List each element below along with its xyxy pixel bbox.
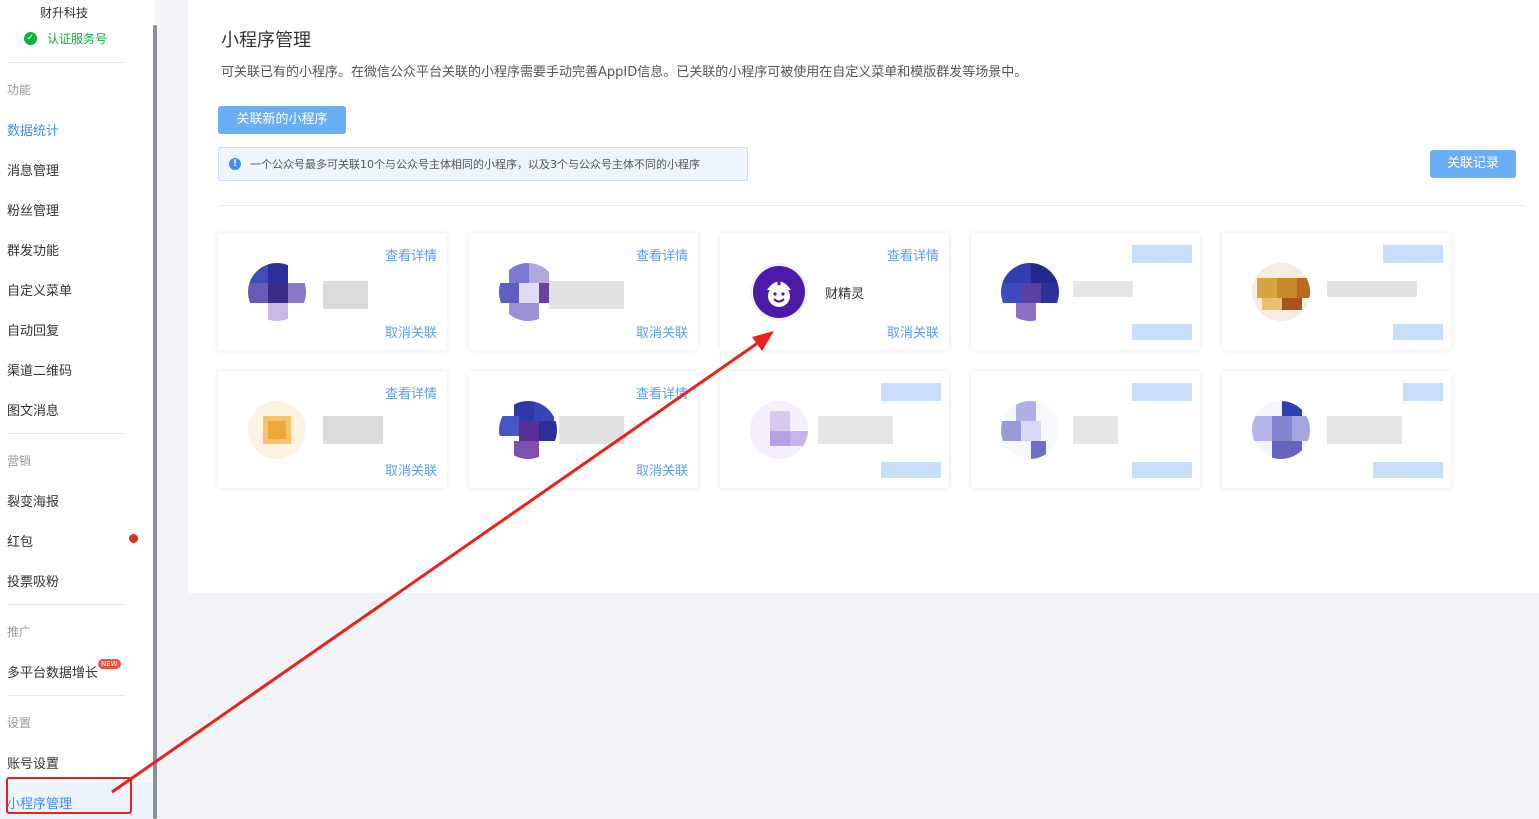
sidebar-item-poster[interactable]: 裂变海报 xyxy=(7,491,59,510)
blurred-detail-link[interactable] xyxy=(1132,245,1192,263)
unlink-link[interactable]: 取消关联 xyxy=(636,460,688,479)
sidebar-item-custom-menu[interactable]: 自定义菜单 xyxy=(7,280,72,299)
blurred-detail-link[interactable] xyxy=(1132,383,1192,401)
miniprogram-card xyxy=(720,371,949,488)
section-title-settings: 设置 xyxy=(7,716,32,730)
notice-bar: ! 一个公众号最多可关联10个与公众号主体相同的小程序，以及3个与公众号主体不同… xyxy=(218,147,748,181)
blurred-unlink-link[interactable] xyxy=(1132,324,1192,340)
divider xyxy=(7,62,125,63)
blurred-name xyxy=(1073,281,1133,297)
sidebar: 财升科技 ✓ 认证服务号 功能 数据统计 消息管理 粉丝管理 群发功能 自定义菜… xyxy=(0,0,155,819)
view-detail-link[interactable]: 查看详情 xyxy=(385,245,437,264)
sidebar-item-account-settings[interactable]: 账号设置 xyxy=(7,753,59,772)
view-detail-link[interactable]: 查看详情 xyxy=(636,383,688,402)
notice-text: 一个公众号最多可关联10个与公众号主体相同的小程序，以及3个与公众号主体不同的小… xyxy=(250,158,700,171)
notification-dot xyxy=(129,534,138,543)
divider xyxy=(7,604,125,605)
sidebar-item-broadcast[interactable]: 群发功能 xyxy=(7,240,59,259)
miniprogram-avatar xyxy=(248,263,306,321)
info-icon: ! xyxy=(229,158,241,170)
sidebar-item-articles[interactable]: 图文消息 xyxy=(7,400,59,419)
view-detail-link[interactable]: 查看详情 xyxy=(636,245,688,264)
blurred-unlink-link[interactable] xyxy=(1393,324,1443,340)
miniprogram-name: 财精灵 xyxy=(825,287,865,302)
blurred-name xyxy=(549,281,624,309)
sidebar-item-messages[interactable]: 消息管理 xyxy=(7,160,59,179)
sidebar-item-red-packet[interactable]: 红包 xyxy=(7,531,33,550)
account-name: 财升科技 xyxy=(40,6,89,20)
miniprogram-avatar xyxy=(1001,263,1059,321)
miniprogram-card: 查看详情 取消关联 xyxy=(218,371,447,488)
page-title: 小程序管理 xyxy=(221,30,311,51)
verified-badge: ✓ 认证服务号 xyxy=(24,30,107,47)
blurred-name xyxy=(323,416,383,444)
miniprogram-card: 查看详情 取消关联 xyxy=(218,233,447,350)
view-detail-link[interactable]: 查看详情 xyxy=(887,245,939,264)
link-records-button[interactable]: 关联记录 xyxy=(1430,150,1516,178)
sidebar-scrollbar[interactable] xyxy=(153,25,157,819)
check-icon: ✓ xyxy=(24,32,37,45)
miniprogram-card xyxy=(1222,233,1451,350)
blurred-detail-link[interactable] xyxy=(1403,383,1443,401)
blurred-name xyxy=(559,416,624,444)
link-new-miniprogram-button[interactable]: 关联新的小程序 xyxy=(218,106,346,134)
sidebar-item-qrcode[interactable]: 渠道二维码 xyxy=(7,360,72,379)
divider xyxy=(7,433,125,434)
miniprogram-avatar xyxy=(499,401,557,459)
sidebar-item-vote[interactable]: 投票吸粉 xyxy=(7,571,59,590)
divider xyxy=(218,205,1526,206)
miniprogram-card xyxy=(971,371,1200,488)
blurred-name xyxy=(323,281,368,309)
miniprogram-avatar xyxy=(1252,263,1310,321)
verified-label: 认证服务号 xyxy=(47,32,108,46)
blurred-unlink-link[interactable] xyxy=(1373,462,1443,478)
miniprogram-avatar xyxy=(248,401,306,459)
miniprogram-card: 查看详情 取消关联 xyxy=(469,233,698,350)
unlink-link[interactable]: 取消关联 xyxy=(385,460,437,479)
page-description: 可关联已有的小程序。在微信公众平台关联的小程序需要手动完善AppID信息。已关联… xyxy=(221,65,1028,80)
main-panel: 小程序管理 可关联已有的小程序。在微信公众平台关联的小程序需要手动完善AppID… xyxy=(188,0,1539,593)
miniprogram-card: 查看详情 取消关联 xyxy=(469,371,698,488)
miniprogram-avatar xyxy=(1252,401,1310,459)
sidebar-item-fans[interactable]: 粉丝管理 xyxy=(7,200,59,219)
blurred-unlink-link[interactable] xyxy=(1132,462,1192,478)
unlink-link[interactable]: 取消关联 xyxy=(636,322,688,341)
sidebar-item-data-stats[interactable]: 数据统计 xyxy=(7,120,59,139)
divider xyxy=(7,695,125,696)
section-title-function: 功能 xyxy=(7,83,32,97)
unlink-link[interactable]: 取消关联 xyxy=(887,322,939,341)
blurred-name xyxy=(1073,416,1118,444)
sidebar-item-multi-platform[interactable]: 多平台数据增长 xyxy=(7,662,98,681)
sidebar-item-auto-reply[interactable]: 自动回复 xyxy=(7,320,59,339)
section-title-promotion: 推广 xyxy=(7,625,32,639)
section-title-marketing: 营销 xyxy=(7,454,32,468)
blurred-name xyxy=(818,416,893,444)
miniprogram-avatar xyxy=(1001,401,1059,459)
blurred-unlink-link[interactable] xyxy=(881,462,941,478)
blurred-name xyxy=(1327,416,1402,444)
blurred-name xyxy=(1327,281,1417,297)
unlink-link[interactable]: 取消关联 xyxy=(385,322,437,341)
miniprogram-card xyxy=(971,233,1200,350)
annotation-highlight-box xyxy=(6,777,132,814)
blurred-detail-link[interactable] xyxy=(1383,245,1443,263)
caijingling-avatar xyxy=(750,263,808,321)
miniprogram-avatar xyxy=(750,401,808,459)
miniprogram-card xyxy=(1222,371,1451,488)
blurred-detail-link[interactable] xyxy=(881,383,941,401)
miniprogram-card-caijingling: 查看详情 财精灵 取消关联 xyxy=(720,233,949,350)
view-detail-link[interactable]: 查看详情 xyxy=(385,383,437,402)
new-badge: NEW xyxy=(98,659,121,669)
